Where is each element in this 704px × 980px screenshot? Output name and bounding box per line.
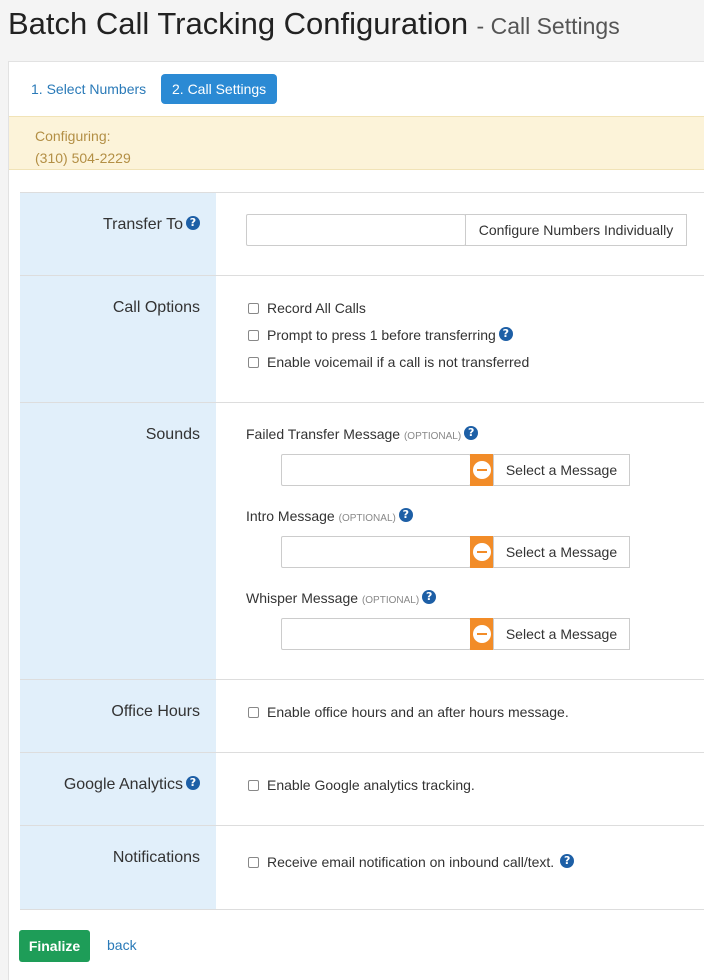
configuring-number: (310) 504-2229 bbox=[35, 150, 131, 166]
page-title-main: Batch Call Tracking Configuration bbox=[8, 6, 469, 41]
transfer-to-input[interactable] bbox=[246, 214, 466, 246]
google-analytics-label: Google Analytics? bbox=[64, 776, 200, 794]
page-title-subtitle: - Call Settings bbox=[476, 13, 620, 39]
whisper-message-input[interactable] bbox=[281, 618, 471, 650]
notifications-checkbox[interactable] bbox=[248, 857, 259, 868]
page-title: Batch Call Tracking Configuration - Call… bbox=[8, 6, 620, 42]
tab-select-numbers[interactable]: 1. Select Numbers bbox=[20, 74, 157, 104]
tab-call-settings[interactable]: 2. Call Settings bbox=[161, 74, 278, 104]
record-calls-checkbox[interactable] bbox=[248, 303, 259, 314]
select-whisper-message-button[interactable]: Select a Message bbox=[493, 618, 630, 650]
row-office-hours: Office Hours Enable office hours and an … bbox=[20, 680, 704, 753]
whisper-message-label: Whisper Message (OPTIONAL)? bbox=[246, 590, 437, 606]
failed-transfer-input[interactable] bbox=[281, 454, 471, 486]
office-hours-checkbox[interactable] bbox=[248, 707, 259, 718]
remove-intro-message-button[interactable] bbox=[470, 536, 494, 568]
configure-numbers-button[interactable]: Configure Numbers Individually bbox=[465, 214, 687, 246]
intro-message-label: Intro Message (OPTIONAL)? bbox=[246, 508, 413, 524]
help-icon[interactable]: ? bbox=[186, 216, 200, 230]
minus-circle-icon bbox=[473, 461, 491, 479]
row-google-analytics: Google Analytics? Enable Google analytic… bbox=[20, 753, 704, 826]
enable-voicemail-option[interactable]: Enable voicemail if a call is not transf… bbox=[248, 354, 529, 370]
help-icon[interactable]: ? bbox=[186, 776, 200, 790]
configuring-banner: Configuring: (310) 504-2229 bbox=[9, 116, 704, 170]
row-sounds: Sounds Failed Transfer Message (OPTIONAL… bbox=[20, 403, 704, 680]
call-options-label: Call Options bbox=[112, 299, 200, 316]
row-notifications: Notifications Receive email notification… bbox=[20, 826, 704, 910]
enable-voicemail-checkbox[interactable] bbox=[248, 357, 259, 368]
sounds-label: Sounds bbox=[145, 426, 200, 443]
minus-circle-icon bbox=[473, 625, 491, 643]
google-analytics-checkbox[interactable] bbox=[248, 780, 259, 791]
notifications-label: Notifications bbox=[112, 849, 200, 866]
office-hours-label: Office Hours bbox=[111, 703, 200, 720]
help-icon[interactable]: ? bbox=[422, 590, 437, 604]
row-call-options: Call Options Record All Calls Prompt to … bbox=[20, 276, 704, 403]
record-calls-option[interactable]: Record All Calls bbox=[248, 300, 366, 316]
configuring-label: Configuring: bbox=[35, 128, 111, 144]
config-panel: 1. Select Numbers 2. Call Settings Confi… bbox=[8, 61, 704, 980]
select-failed-transfer-button[interactable]: Select a Message bbox=[493, 454, 630, 486]
intro-message-input[interactable] bbox=[281, 536, 471, 568]
help-icon[interactable]: ? bbox=[560, 854, 575, 868]
office-hours-option[interactable]: Enable office hours and an after hours m… bbox=[248, 704, 569, 720]
help-icon[interactable]: ? bbox=[464, 426, 479, 440]
finalize-button[interactable]: Finalize bbox=[19, 930, 90, 962]
help-icon[interactable]: ? bbox=[398, 508, 413, 522]
failed-transfer-label: Failed Transfer Message (OPTIONAL)? bbox=[246, 426, 479, 442]
select-intro-message-button[interactable]: Select a Message bbox=[493, 536, 630, 568]
google-analytics-option[interactable]: Enable Google analytics tracking. bbox=[248, 777, 475, 793]
prompt-press-1-checkbox[interactable] bbox=[248, 330, 259, 341]
remove-failed-transfer-button[interactable] bbox=[470, 454, 494, 486]
minus-circle-icon bbox=[473, 543, 491, 561]
remove-whisper-message-button[interactable] bbox=[470, 618, 494, 650]
back-link[interactable]: back bbox=[107, 937, 137, 953]
prompt-press-1-option[interactable]: Prompt to press 1 before transferring? bbox=[248, 327, 513, 343]
settings-form: Transfer To? Configure Numbers Individua… bbox=[20, 192, 704, 910]
transfer-to-label: Transfer To? bbox=[103, 216, 200, 234]
help-icon[interactable]: ? bbox=[498, 327, 513, 341]
row-transfer-to: Transfer To? Configure Numbers Individua… bbox=[20, 193, 704, 276]
notifications-option[interactable]: Receive email notification on inbound ca… bbox=[248, 854, 575, 870]
